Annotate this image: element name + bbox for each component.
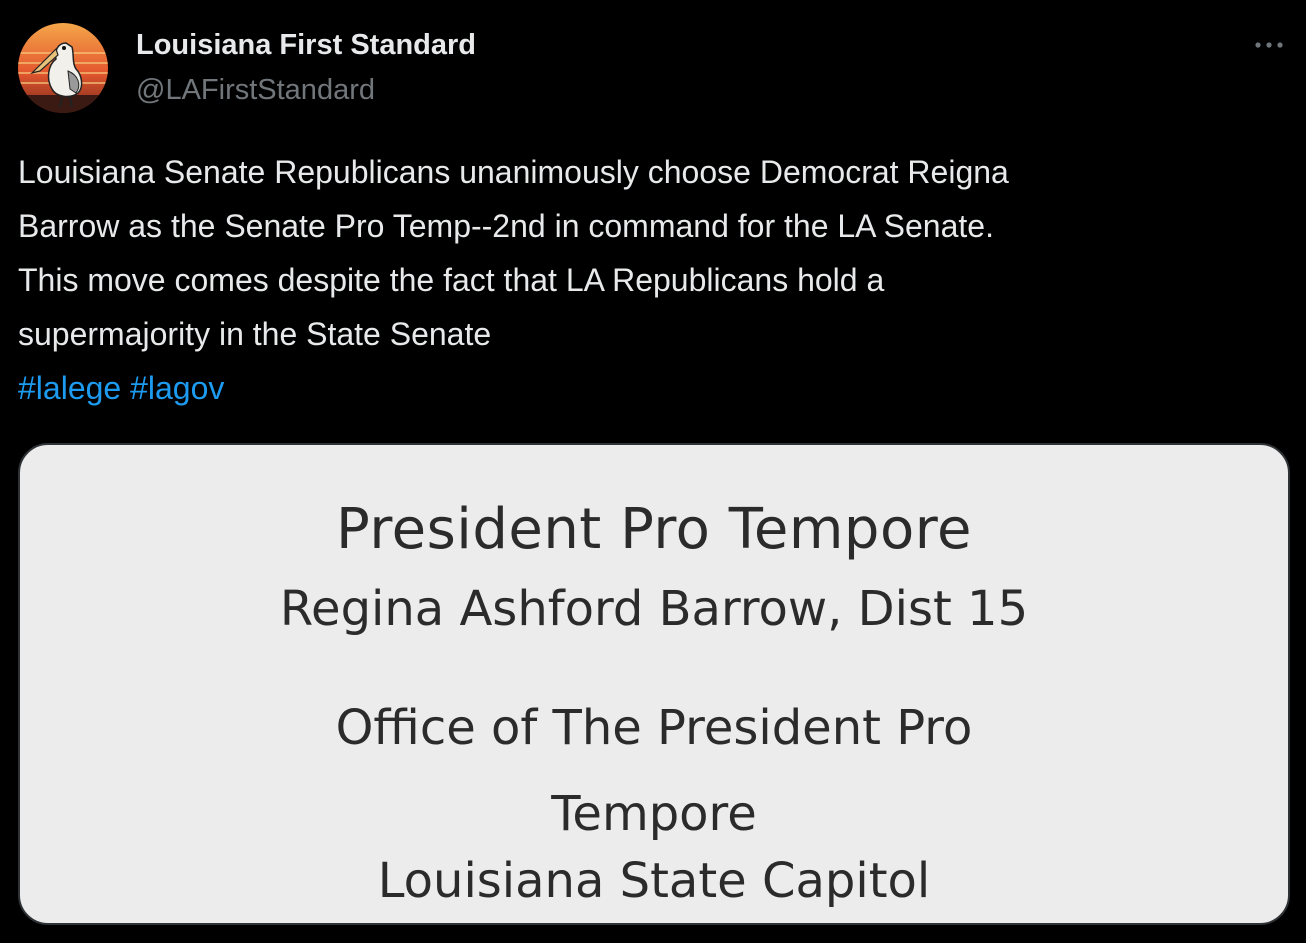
media-location: Louisiana State Capitol [377,853,931,909]
hashtag-lagov[interactable]: #lagov [130,370,224,406]
pelican-sunset-avatar-icon [18,23,108,113]
tweet-hashtags: #lalege #lagov [18,361,224,415]
author-handle[interactable]: @LAFirstStandard [136,72,476,108]
hashtag-lalege[interactable]: #lalege [18,370,121,406]
tweet-media-image[interactable]: President Pro Tempore Regina Ashford Bar… [18,443,1290,925]
more-options-button[interactable] [1252,30,1286,60]
author-avatar[interactable] [18,23,108,113]
more-options-icon [1255,42,1283,48]
tweet: Louisiana First Standard @LAFirstStandar… [0,0,1306,943]
author-info: Louisiana First Standard @LAFirstStandar… [136,27,476,108]
media-office: Office of The President Pro Tempore [335,700,973,842]
media-name: Regina Ashford Barrow, Dist 15 [279,581,1029,637]
media-title: President Pro Tempore [336,497,972,562]
tweet-text: Louisiana Senate Republicans unanimously… [18,154,1009,352]
author-display-name[interactable]: Louisiana First Standard [136,27,476,63]
